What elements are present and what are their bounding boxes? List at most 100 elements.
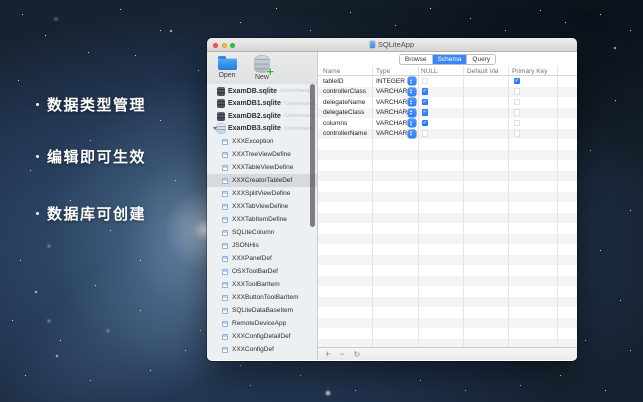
primary-key-checkbox[interactable]: ✓ [513,77,520,85]
sidebar-table-item[interactable]: XXXTreeViewDefine [207,148,317,161]
schema-empty-row [318,212,577,223]
schema-empty-row [318,223,577,234]
open-button[interactable]: Open [214,54,240,84]
type-dropdown-button[interactable] [408,119,416,128]
type-dropdown-button[interactable] [408,129,416,138]
sidebar-table-item[interactable]: JSONHis [207,239,317,252]
table-icon [222,307,228,314]
refresh-icon[interactable]: ↻ [354,350,361,359]
table-item-label: XXXTabViewDefine [232,203,289,210]
table-icon [222,203,228,210]
primary-key-checkbox[interactable] [513,109,520,116]
sidebar-table-item[interactable]: XXXConfigDef [207,343,317,356]
sidebar-table-item[interactable]: RemoteDeviceApp [207,317,317,330]
sidebar-table-item[interactable]: XXXConfigDetailDef [207,330,317,343]
schema-empty-row [318,254,577,265]
sidebar-table-item[interactable]: XXXTableViewDefine [207,161,317,174]
column-divider [557,66,558,347]
type-dropdown-button[interactable] [408,98,416,107]
sidebar-scrollbar[interactable] [310,84,315,227]
table-item-label: XXXToolBarItem [232,281,280,288]
column-name-cell[interactable]: delegateClass [323,109,364,116]
tab-schema[interactable]: Schema [432,54,468,64]
disclosure-triangle-icon[interactable] [212,127,217,131]
type-dropdown-button[interactable] [408,77,416,86]
sidebar-table-item[interactable]: XXXButtonToolBarItem [207,291,317,304]
table-item-label: XXXConfigDetailDef [232,333,291,340]
type-dropdown-button[interactable] [408,87,416,96]
desktop-background: 数据类型管理 编辑即可生效 数据库可创建 SQLiteApp Open + Ne… [0,0,643,402]
schema-grid: Name Type NULL Default Val Primary Key table… [318,66,577,347]
sidebar-table-item[interactable]: OSXToolBarDef [207,265,317,278]
table-icon [222,320,228,327]
column-type-cell: VARCHAR [376,98,408,106]
schema-empty-row [318,149,577,160]
column-name-cell[interactable]: tableID [323,78,344,85]
feature-bullet-1: 数据类型管理 [36,94,146,115]
null-checkbox[interactable]: ✓ [421,119,428,127]
null-checkbox[interactable] [421,77,428,85]
schema-empty-row [318,296,577,307]
schema-empty-row [318,317,577,328]
grid-header: Name Type NULL Default Val Primary Key [318,66,577,76]
feature-bullet-3: 数据库可创建 [36,203,146,224]
sidebar-table-item[interactable]: XXXSplitViewDefine [207,187,317,200]
add-column-button[interactable]: + [325,349,330,359]
column-name-cell[interactable]: controllerClass [323,88,366,95]
table-item-label: XXXSplitViewDefine [232,190,291,197]
table-icon [222,346,228,353]
table-item-label: XXXConfigDef [232,346,274,353]
table-item-label: XXXButtonToolBarItem [232,294,299,301]
schema-empty-row [318,202,577,213]
null-checkbox[interactable]: ✓ [421,109,428,116]
tab-query[interactable]: Query [467,54,496,64]
sidebar-database-item[interactable]: ExamDB2.sqlite/Users/wang… [207,110,317,123]
primary-key-checkbox[interactable] [513,88,520,95]
column-divider [372,66,373,347]
table-item-label: OSXToolBarDef [232,268,278,275]
schema-empty-row [318,139,577,150]
table-icon [222,177,228,184]
column-name-cell[interactable]: columns [323,120,347,127]
schema-row: controllerName VARCHAR [318,128,577,139]
sidebar-table-item[interactable]: XXXToolBarItem [207,278,317,291]
sidebar-table-item[interactable]: XXXPanelDef [207,252,317,265]
sidebar-database-item[interactable]: ExamDB1.sqlite/Users/wang… [207,98,317,111]
sidebar-table-item[interactable]: XXXTabViewDefine [207,200,317,213]
table-item-label: XXXTabItemDefine [232,216,287,223]
table-item-label: SQLiteColumn [232,229,275,236]
grid-footer-bar: + − ↻ [318,347,577,360]
type-dropdown-button[interactable] [408,108,416,117]
sidebar-table-item[interactable]: SQLiteColumn [207,226,317,239]
primary-key-checkbox[interactable] [513,98,520,106]
database-icon [217,124,225,134]
database-icon [217,111,225,121]
database-name: ExamDB3.sqlite [228,125,281,133]
primary-key-checkbox[interactable] [513,119,520,127]
column-name-cell[interactable]: controllerName [323,130,367,137]
window-title-text: SQLiteApp [377,39,415,49]
window-titlebar[interactable]: SQLiteApp [207,38,577,52]
sidebar-database-item[interactable]: ExamDB3.sqlite/Users/wang… [207,123,317,136]
sidebar-table-item[interactable]: XXXException [207,135,317,148]
sidebar-database-item[interactable]: ExamDB.sqlite/Users/wang… [207,85,317,98]
null-checkbox[interactable]: ✓ [421,98,428,106]
new-button[interactable]: New [249,54,275,84]
schema-row: delegateName VARCHAR ✓ [318,97,577,108]
null-checkbox[interactable]: ✓ [421,88,428,95]
tab-browse[interactable]: Browse [399,54,433,64]
column-type-cell: VARCHAR [376,109,408,116]
null-checkbox[interactable] [421,130,428,137]
table-icon [222,294,228,301]
column-name-cell[interactable]: delegateName [323,99,365,106]
remove-column-button[interactable]: − [339,349,344,359]
sidebar-table-item[interactable]: SQLiteDataBaseItem [207,304,317,317]
database-icon [217,99,225,109]
primary-key-checkbox[interactable] [513,130,520,137]
bullet-dot [36,212,39,215]
sidebar-table-item[interactable]: XXXTabItemDefine [207,213,317,226]
schema-empty-row [318,286,577,297]
main-pane: Browse Schema Query Name Type NULL Default Va… [318,52,577,360]
sidebar-table-item[interactable]: XXXCreatorTableDef [207,174,317,187]
view-segmented-control: Browse Schema Query [398,53,497,65]
